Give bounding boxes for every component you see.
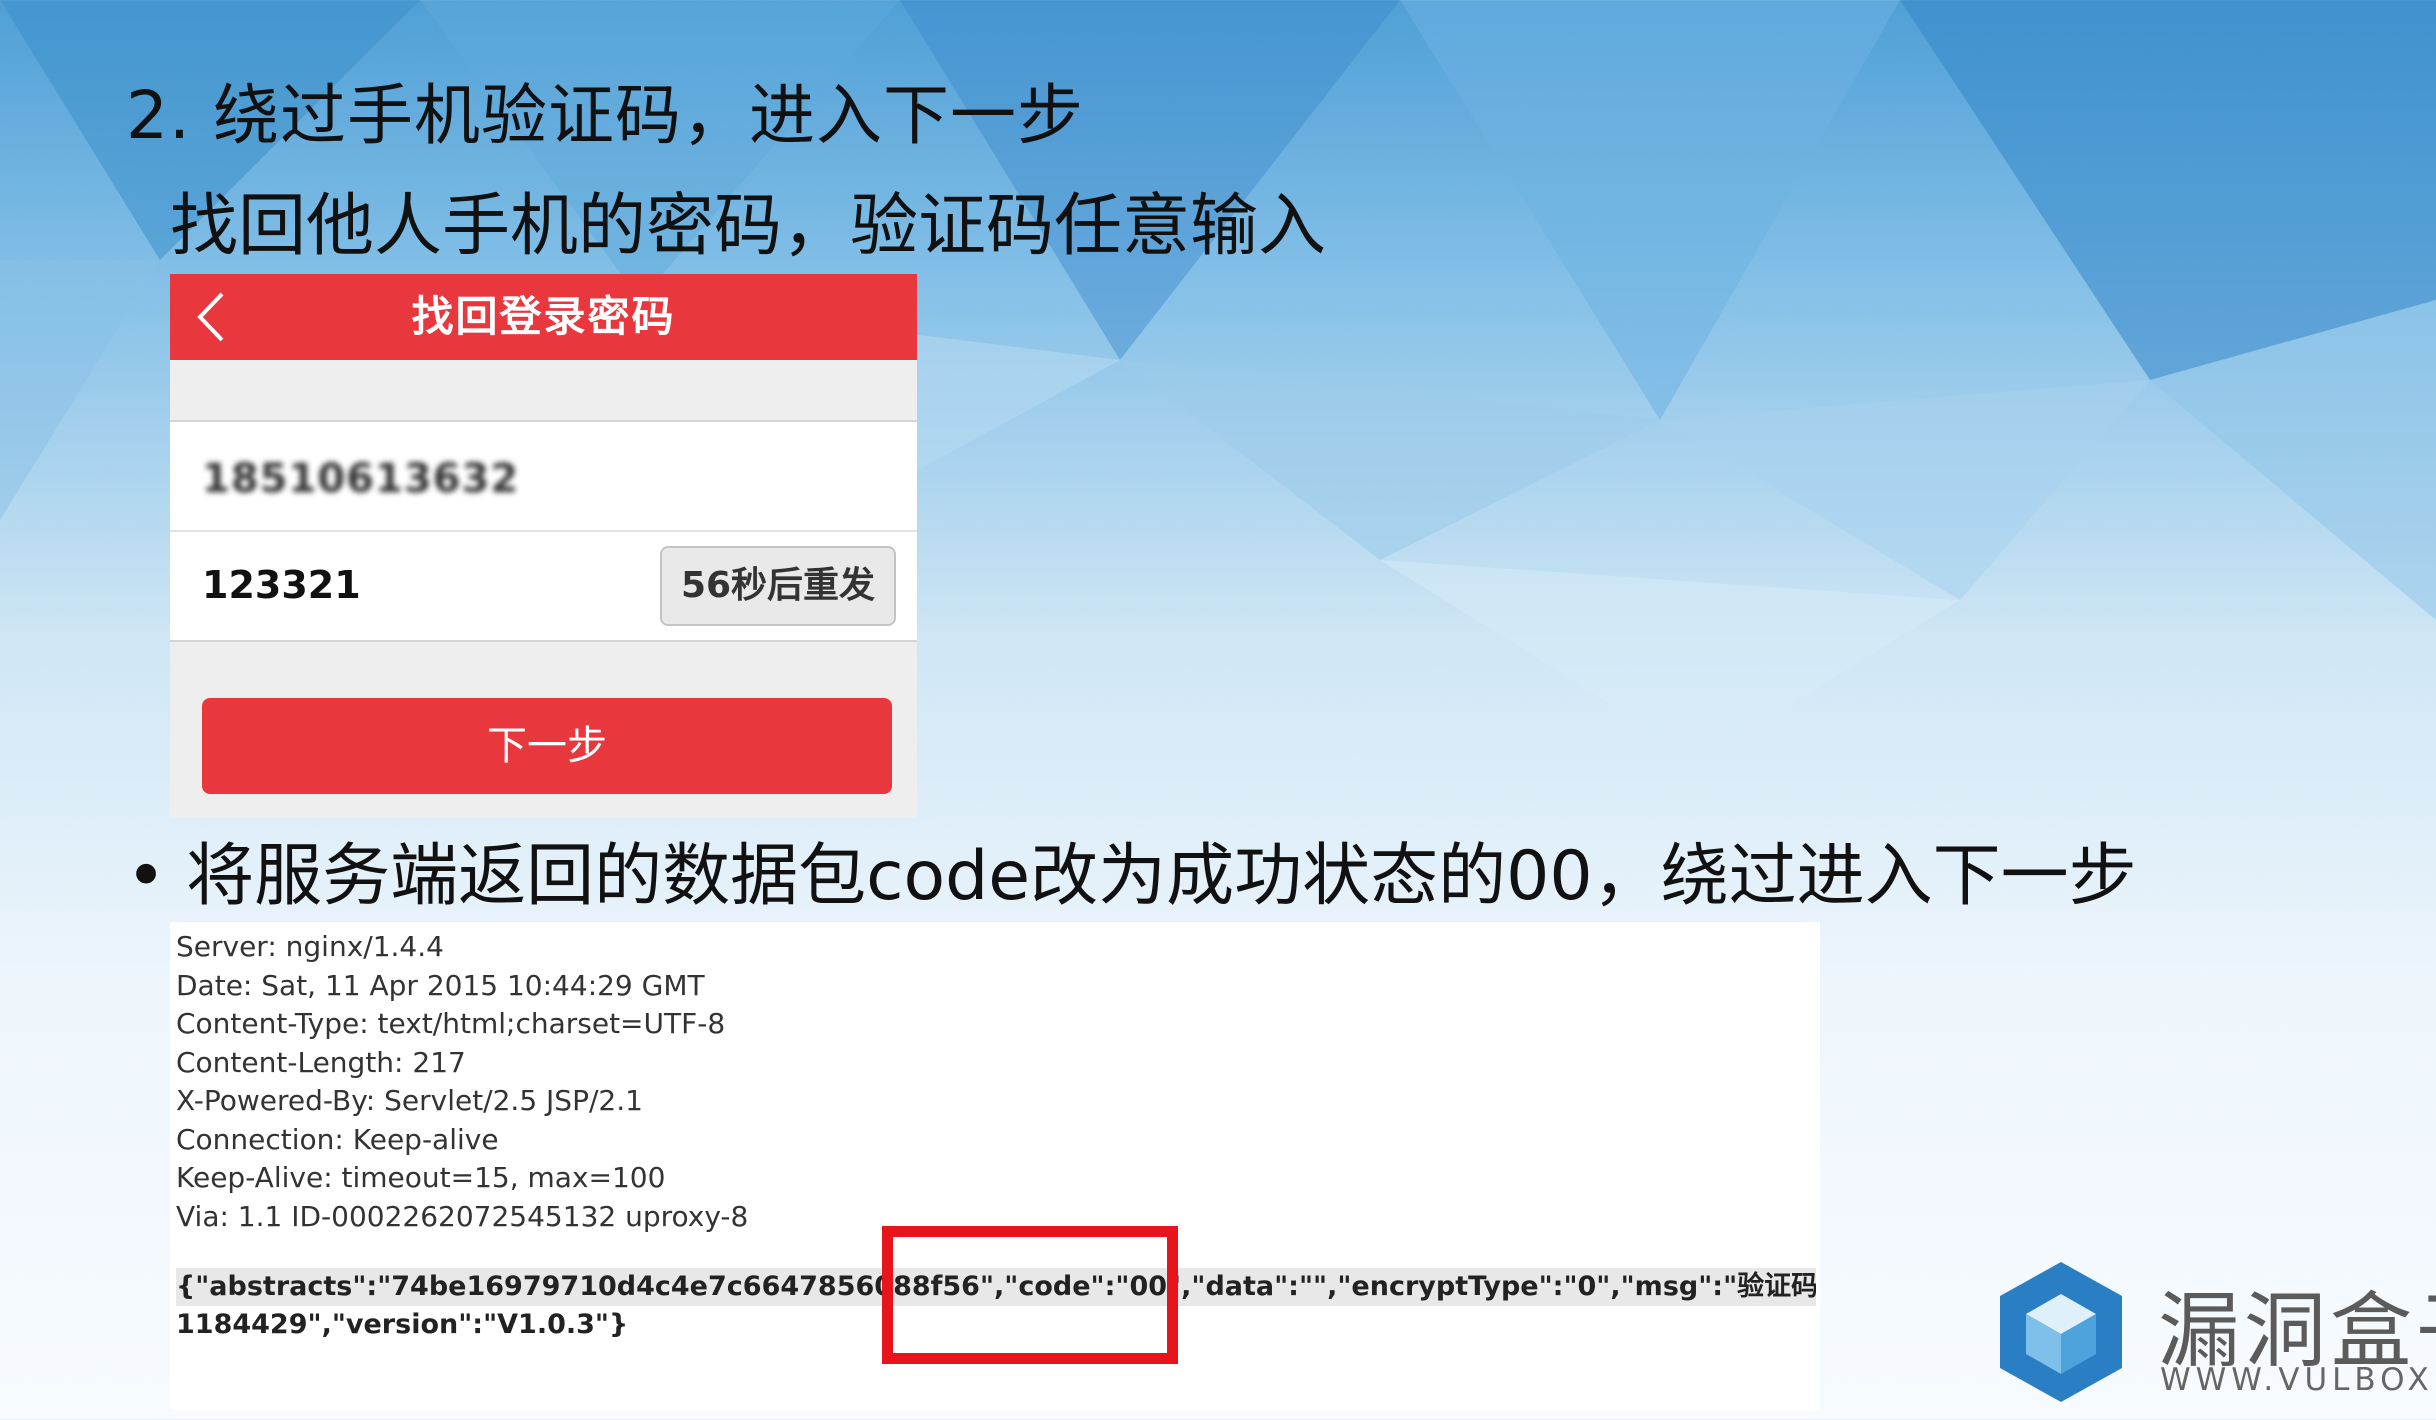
header-line: Date: Sat, 11 Apr 2015 10:44:29 GMT (176, 968, 705, 1002)
next-step-button[interactable]: 下一步 (202, 698, 892, 794)
slide-subheading: 找回他人手机的密码，验证码任意输入 (170, 187, 1327, 266)
slide-heading-step: 2. 绕过手机验证码，进入下一步 (126, 77, 1084, 154)
vulbox-logo: 漏洞盒子 WWW.VULBOX.COM (1996, 1258, 2436, 1420)
logo-url: WWW.VULBOX.COM (2160, 1362, 2436, 1398)
response-headers: Server: nginx/1.4.4 Date: Sat, 11 Apr 20… (176, 928, 748, 1236)
resend-code-button[interactable]: 56秒后重发 (660, 546, 896, 626)
header-line: Server: nginx/1.4.4 (176, 930, 444, 963)
bullet-point: • 将服务端返回的数据包code改为成功状态的00，绕过进入下一步 (126, 820, 2137, 919)
header-line: Via: 1.1 ID-0002262072545132 uproxy-8 (176, 1199, 749, 1233)
bullet-text: 将服务端返回的数据包code改为成功状态的00，绕过进入下一步 (186, 837, 2137, 916)
verification-code-input[interactable]: 123321 (202, 558, 361, 612)
bullet-symbol: • (126, 837, 167, 916)
cube-logo-icon (2000, 1262, 2122, 1402)
header-line: Keep-Alive: timeout=15, max=100 (176, 1161, 666, 1194)
header-line: X-Powered-By: Servlet/2.5 JSP/2.1 (176, 1084, 643, 1117)
back-arrow-icon[interactable] (192, 288, 232, 346)
header-line: Content-Length: 217 (176, 1045, 466, 1079)
code-highlight-box (882, 1226, 1178, 1364)
http-response-screenshot: Server: nginx/1.4.4 Date: Sat, 11 Apr 20… (170, 922, 1820, 1410)
reset-form: 18510613632 123321 56秒后重发 (170, 420, 917, 642)
phone-page-title: 找回登录密码 (411, 292, 676, 341)
header-line: Connection: Keep-alive (176, 1122, 499, 1156)
header-line: Content-Type: text/html;charset=UTF-8 (176, 1007, 726, 1040)
field-divider (170, 530, 917, 532)
phone-number-field[interactable]: 18510613632 (202, 452, 518, 506)
phone-screenshot: 找回登录密码 18510613632 123321 56秒后重发 下一步 (170, 274, 917, 818)
